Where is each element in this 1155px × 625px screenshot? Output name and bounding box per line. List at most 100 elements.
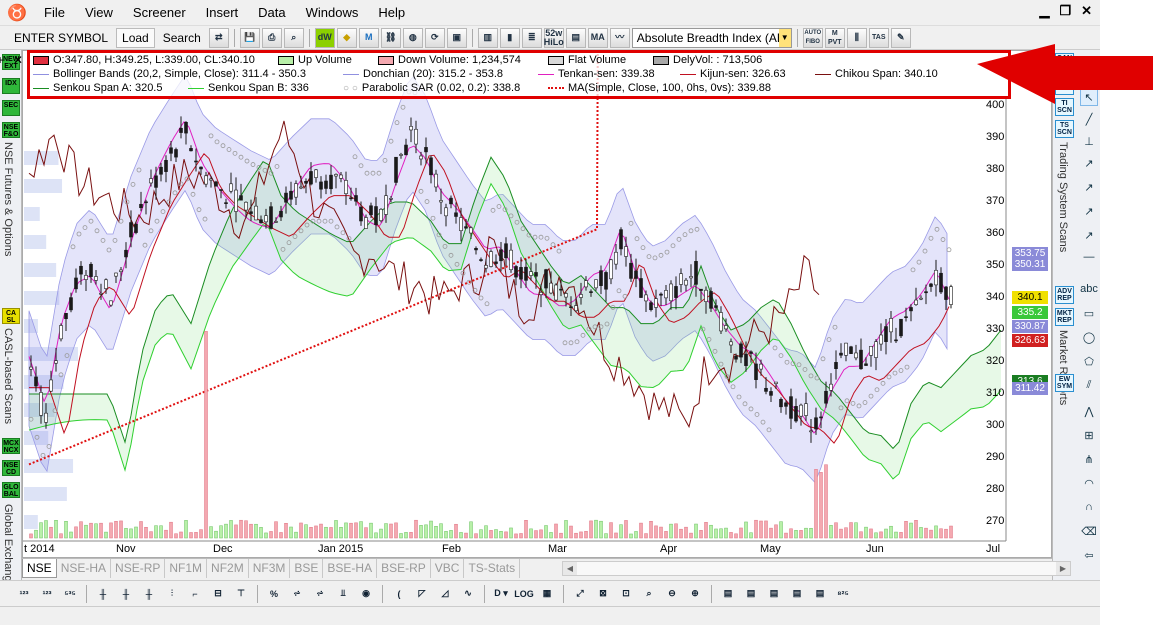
menu-view[interactable]: View — [75, 0, 123, 25]
tab-bse-rp[interactable]: BSE-RP — [377, 559, 431, 578]
bar-options-icon[interactable]: ▤ — [565, 27, 586, 48]
ts-scn-button[interactable]: TS SCN — [1055, 120, 1074, 138]
chart-svg[interactable] — [23, 51, 1052, 558]
line-l-icon[interactable]: ⊥ — [1080, 132, 1098, 150]
casl-button[interactable]: CA SL — [2, 308, 20, 324]
scroll-left-icon[interactable]: ◀ — [563, 562, 577, 575]
mcx-ncx-button[interactable]: MCX NCX — [2, 438, 20, 454]
scroll-right-icon[interactable]: ▶ — [1056, 562, 1070, 575]
chevron-down-icon[interactable]: ▼ — [778, 28, 791, 47]
percent-icon[interactable]: % — [264, 584, 284, 604]
wave-abc-icon[interactable]: ∿ — [458, 584, 478, 604]
arc-tool-icon[interactable]: ( — [389, 584, 409, 604]
d-dropdown-icon[interactable]: D ▾ — [491, 584, 511, 604]
gann-box-icon[interactable]: ◉ — [356, 584, 376, 604]
tab-global-exchanges[interactable]: Global Exchang — [2, 504, 14, 582]
zoom-icon[interactable]: ⌕ — [639, 584, 659, 604]
price-chart[interactable] — [22, 50, 1052, 558]
nse-fo-button[interactable]: NSE F&O — [2, 122, 20, 138]
wave-icon[interactable]: 〰 — [609, 27, 630, 48]
indicator-dropdown[interactable]: Absolute Breadth Index (ABI ▼ — [631, 27, 792, 48]
rectangle-icon[interactable]: ▭ — [1080, 304, 1098, 322]
back-arrow-icon[interactable]: ⇦ — [1080, 546, 1098, 564]
zoom-in-icon[interactable]: ⊕ — [685, 584, 705, 604]
tab-bse[interactable]: BSE — [290, 559, 324, 578]
channel-icon[interactable]: ⫽ — [1080, 376, 1098, 394]
horizontal-scrollbar[interactable]: ◀ ▶ — [562, 561, 1071, 576]
zoom-out-icon[interactable]: ⊖ — [662, 584, 682, 604]
close-icon[interactable]: ✕ — [1081, 3, 1092, 19]
tab-nse-futures-options[interactable]: NSE Futures & Options — [2, 142, 14, 256]
volume-chart-icon[interactable]: ▥ — [477, 27, 498, 48]
pitchfork-icon[interactable]: ⋔ — [1080, 450, 1098, 468]
m-icon[interactable]: M — [358, 27, 379, 48]
nse-cd-button[interactable]: NSE CD — [2, 460, 20, 476]
trendline-icon[interactable]: ╱ — [1080, 110, 1098, 128]
tab-trading-system-scans[interactable]: Trading System Scans — [1057, 142, 1069, 252]
gann-icon[interactable]: ⊞ — [1080, 426, 1098, 444]
tab-vbc[interactable]: VBC — [430, 559, 465, 578]
m-pvt-button[interactable]: M PVT — [824, 27, 845, 48]
line-sl-icon[interactable]: ↗ — [1080, 154, 1098, 172]
search-button[interactable]: Search — [157, 28, 207, 48]
pen-tool-icon[interactable]: ✎ — [890, 27, 911, 48]
print-icon[interactable]: ⎙ — [261, 27, 282, 48]
ohlc-bars-icon[interactable]: ╫ — [116, 584, 136, 604]
hline-icon[interactable]: — — [1080, 248, 1098, 266]
global-button[interactable]: GLO BAL — [2, 482, 20, 498]
restore-icon[interactable]: ❐ — [1059, 3, 1071, 19]
ma-icon[interactable]: MA — [587, 27, 608, 48]
grid-icon[interactable]: ▦ — [537, 584, 557, 604]
zoom-fit-icon[interactable]: ⤢ — [570, 584, 590, 604]
globe-icon[interactable]: ◍ — [402, 27, 423, 48]
fib-fan-icon[interactable]: ⋀ — [1080, 402, 1098, 420]
line-sl2-icon[interactable]: ↗ — [1080, 178, 1098, 196]
heikin-icon[interactable]: ╫ — [139, 584, 159, 604]
tab-casl-based-scans[interactable]: CASL-based Scans — [2, 328, 14, 424]
tab-nse-rp[interactable]: NSE-RP — [111, 559, 166, 578]
pages3-icon[interactable]: ▤ — [787, 584, 807, 604]
image-icon[interactable]: ▣ — [446, 27, 467, 48]
log-scale-icon[interactable]: LOG — [514, 584, 534, 604]
arc-icon[interactable]: ◠ — [1080, 474, 1098, 492]
tab-ts-stats[interactable]: TS-Stats — [464, 559, 521, 578]
symbol-link-icon[interactable]: ⇄ — [208, 27, 229, 48]
auto-fibo-button[interactable]: AUTO FIBO — [802, 27, 823, 48]
renko-icon[interactable]: ⫶ — [162, 584, 182, 604]
ellipse-icon[interactable]: ◯ — [1080, 328, 1098, 346]
fib-retrace-icon[interactable]: ⩫ — [287, 584, 307, 604]
print-preview-icon[interactable]: ⌕ — [283, 27, 304, 48]
menu-insert[interactable]: Insert — [196, 0, 249, 25]
load-button[interactable]: Load — [116, 27, 155, 48]
tab-nse[interactable]: NSE — [22, 559, 57, 578]
line-sl4-icon[interactable]: ↗ — [1080, 226, 1098, 244]
indicator-diamond-icon[interactable]: ◆ — [336, 27, 357, 48]
sec-button[interactable]: SEC — [2, 100, 20, 116]
zoom-area-icon[interactable]: ⊠ — [593, 584, 613, 604]
line-sl3-icon[interactable]: ↗ — [1080, 202, 1098, 220]
tab-nse-ha[interactable]: NSE-HA — [56, 559, 112, 578]
page-icon[interactable]: ▤ — [718, 584, 738, 604]
mkt-rep-button[interactable]: MKT REP — [1055, 308, 1074, 326]
pages4-icon[interactable]: ▤ — [810, 584, 830, 604]
tab-nf2m[interactable]: NF2M — [207, 559, 249, 578]
fib-time-icon[interactable]: ⫫ — [333, 584, 353, 604]
kagi-icon[interactable]: ⌐ — [185, 584, 205, 604]
adv-rep-button[interactable]: ADV REP — [1055, 286, 1074, 304]
legend-controls[interactable]: e − + ✕ — [0, 53, 26, 67]
refresh-icon[interactable]: ⟳ — [424, 27, 445, 48]
zoom-window-icon[interactable]: ⊡ — [616, 584, 636, 604]
tab-nf3m[interactable]: NF3M — [248, 559, 291, 578]
line-break-icon[interactable]: ⊤ — [231, 584, 251, 604]
menu-windows[interactable]: Windows — [296, 0, 369, 25]
pages2-icon[interactable]: ▤ — [764, 584, 784, 604]
menu-data[interactable]: Data — [248, 0, 295, 25]
menu-help[interactable]: Help — [368, 0, 415, 25]
number-format2-icon[interactable]: ¹²³ — [37, 584, 57, 604]
andrews-icon[interactable]: ◿ — [435, 584, 455, 604]
stats-icon[interactable]: ⁸²⁵ — [833, 584, 853, 604]
pages-icon[interactable]: ▤ — [741, 584, 761, 604]
text-tool-icon[interactable]: abc — [1080, 280, 1098, 298]
pnf-icon[interactable]: ⊟ — [208, 584, 228, 604]
cycle-icon[interactable]: ∩ — [1080, 498, 1098, 516]
